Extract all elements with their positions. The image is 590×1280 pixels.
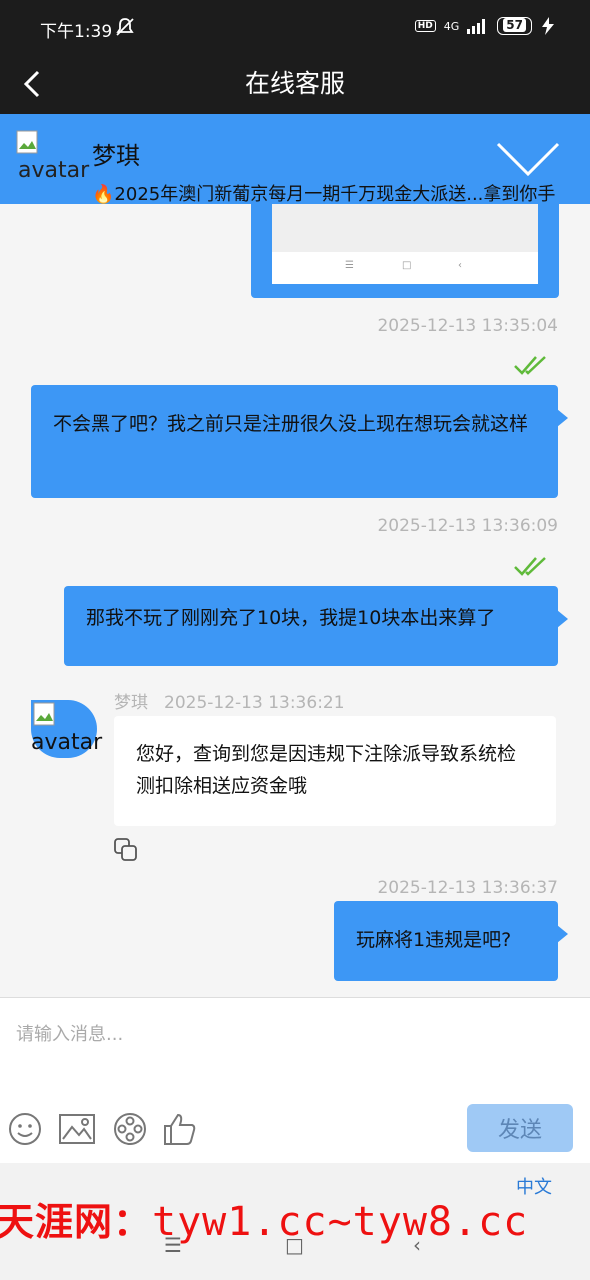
read-check-icon <box>514 356 546 375</box>
broken-image-icon <box>33 702 55 726</box>
video-reel-icon[interactable] <box>113 1112 147 1146</box>
signal-icon <box>467 19 486 34</box>
sent-message[interactable]: 玩麻将1违规是吧? <box>334 901 568 981</box>
thumbs-up-icon[interactable] <box>163 1112 197 1146</box>
agent-banner: avatar 梦琪 🔥2025年澳门新葡京每月一期千万现金大派送...拿到你手 <box>0 114 590 204</box>
watermark-url: tyw1.cc~tyw8.cc <box>152 1199 529 1245</box>
page-title: 在线客服 <box>244 69 345 98</box>
message-timestamp: 2025-12-13 13:36:37 <box>377 878 558 898</box>
status-bar: 下午1:39 HD 4G 57 <box>0 0 590 56</box>
avatar-alt-text: avatar <box>18 158 90 183</box>
mute-icon <box>116 18 134 36</box>
emoji-icon[interactable] <box>8 1112 42 1146</box>
menu-glyph: ☰ <box>345 260 354 271</box>
copy-icon[interactable] <box>114 838 138 862</box>
home-glyph: □ <box>402 260 412 271</box>
image-message[interactable]: ☰ □ ‹ <box>251 200 559 298</box>
read-check-icon <box>514 557 546 576</box>
message-timestamp: 2025-12-13 13:35:04 <box>377 316 558 336</box>
promo-notice[interactable]: 🔥2025年澳门新葡京每月一期千万现金大派送...拿到你手 <box>92 180 555 204</box>
battery-level: 57 <box>503 18 526 32</box>
message-input[interactable] <box>16 1014 576 1054</box>
status-icons: HD 4G 57 <box>414 17 556 35</box>
avatar-alt-text: avatar <box>31 730 103 755</box>
watermark-cn: 天涯网： <box>0 1199 153 1244</box>
bottom-bar: 中文 天涯网：tyw1.cc~tyw8.cc ☰ □ ‹ <box>0 1163 590 1280</box>
received-message[interactable]: 您好，查询到您是因违规下注除派导致系统检测扣除相送应资金哦 <box>114 716 556 826</box>
charging-icon <box>542 17 554 35</box>
image-thumbnail: ☰ □ ‹ <box>272 200 538 284</box>
nav-bar: 在线客服 <box>0 56 590 114</box>
agent-meta: 梦琪 2025-12-13 13:36:21 <box>114 688 345 713</box>
home-icon[interactable]: □ <box>285 1233 304 1257</box>
broken-image-icon <box>16 130 38 154</box>
system-back-icon[interactable]: ‹ <box>413 1233 421 1257</box>
status-time: 下午1:39 <box>40 22 113 42</box>
watermark: 天涯网：tyw1.cc~tyw8.cc <box>0 1191 528 1246</box>
banner-avatar: avatar <box>16 130 90 190</box>
hd-badge: HD <box>414 20 436 32</box>
image-icon[interactable] <box>58 1112 96 1146</box>
sent-message[interactable]: 不会黑了吧？我之前只是注册很久没上现在想玩会就这样 <box>31 385 568 498</box>
message-timestamp: 2025-12-13 13:36:21 <box>164 693 345 713</box>
message-timestamp: 2025-12-13 13:36:09 <box>377 516 558 536</box>
back-glyph: ‹ <box>458 260 462 271</box>
agent-avatar[interactable]: avatar <box>31 700 102 758</box>
signal-label: 4G <box>443 19 460 33</box>
recent-apps-icon[interactable]: ☰ <box>164 1233 182 1257</box>
composer: 发送 <box>0 997 590 1163</box>
sent-message[interactable]: 那我不玩了刚刚充了10块，我提10块本出来算了 <box>64 586 568 666</box>
battery-icon: 57 <box>497 17 532 35</box>
agent-name: 梦琪 <box>92 142 140 170</box>
send-button[interactable]: 发送 <box>467 1104 573 1152</box>
chevron-down-icon[interactable] <box>496 142 560 178</box>
sender-name: 梦琪 <box>114 693 148 713</box>
